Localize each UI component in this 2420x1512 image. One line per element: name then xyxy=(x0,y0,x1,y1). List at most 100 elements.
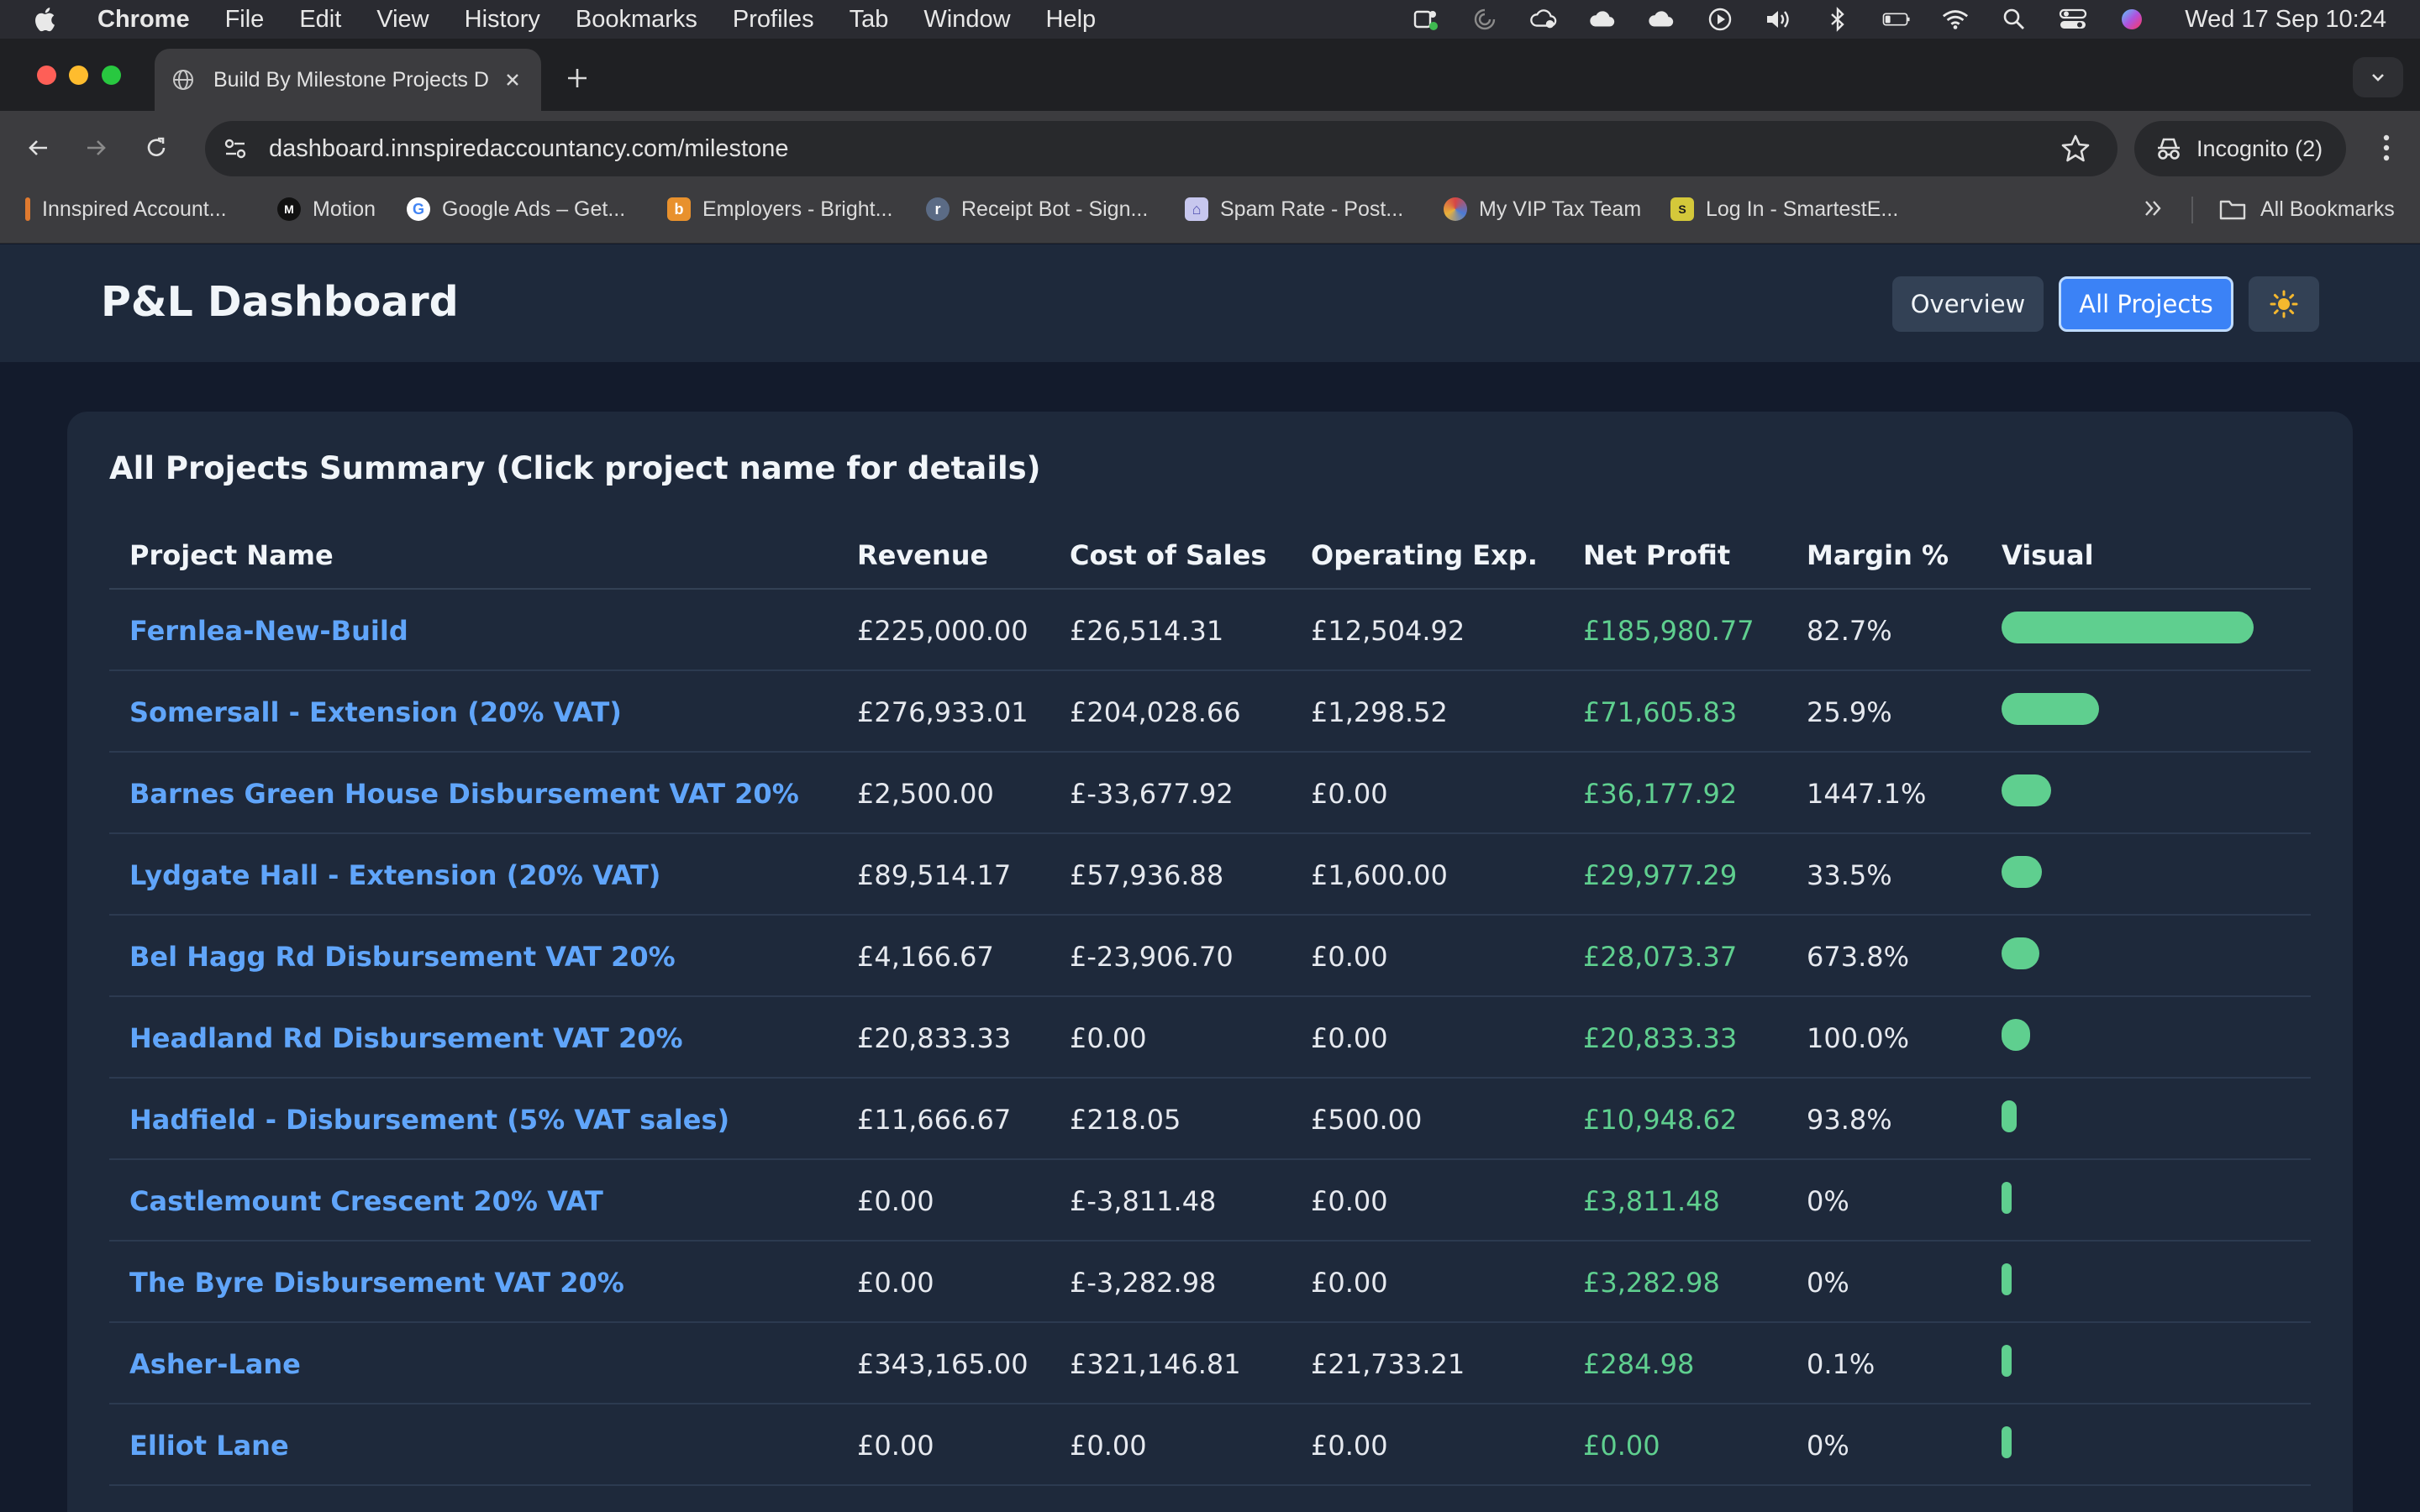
cloud-sync-icon[interactable] xyxy=(1529,7,1558,32)
cost-of-sales-cell: £218.05 xyxy=(1070,1104,1181,1136)
operating-exp-cell: £12,504.92 xyxy=(1311,615,1465,647)
project-name-link[interactable]: Bel Hagg Rd Disbursement VAT 20% xyxy=(129,941,676,973)
loading-spinner-icon[interactable] xyxy=(1470,7,1499,32)
all-bookmarks-label: All Bookmarks xyxy=(2260,197,2395,221)
bookmark-motion[interactable]: M Motion xyxy=(277,185,376,234)
bookmark-brighthr[interactable]: b Employers - Bright... xyxy=(667,185,892,234)
cost-of-sales-cell: £0.00 xyxy=(1070,1022,1147,1054)
sun-icon xyxy=(2270,290,2298,318)
bookmark-star-icon[interactable] xyxy=(2059,132,2092,165)
net-profit-bar xyxy=(2002,856,2042,888)
visual-bar-track xyxy=(2002,693,2254,725)
project-name-link[interactable]: The Byre Disbursement VAT 20% xyxy=(129,1267,624,1299)
cost-of-sales-cell: £-23,906.70 xyxy=(1070,941,1234,973)
control-center-icon[interactable] xyxy=(2059,7,2087,32)
browser-toolbar: dashboard.innspiredaccountancy.com/miles… xyxy=(0,111,2420,185)
battery-icon[interactable] xyxy=(1882,7,1911,32)
tab-search-button[interactable] xyxy=(2353,57,2403,97)
apple-logo-icon[interactable] xyxy=(32,5,60,34)
innspired-favicon xyxy=(25,197,30,221)
more-options-icon[interactable] xyxy=(2370,129,2403,166)
close-tab-icon[interactable] xyxy=(501,68,524,92)
bookmark-google-ads[interactable]: G Google Ads – Get... xyxy=(407,185,625,234)
menu-tab[interactable]: Tab xyxy=(850,6,889,34)
close-window-button[interactable] xyxy=(37,66,56,85)
cost-of-sales-cell: £-3,811.48 xyxy=(1070,1185,1217,1217)
menu-window[interactable]: Window xyxy=(923,6,1010,34)
overview-button[interactable]: Overview xyxy=(1892,276,2044,332)
visual-bar-track xyxy=(2002,1100,2254,1132)
menu-file[interactable]: File xyxy=(225,6,265,34)
browser-tab-active[interactable]: Build By Milestone Projects D xyxy=(155,49,541,111)
net-profit-bar xyxy=(2002,937,2039,969)
project-name-link[interactable]: Hadfield - Disbursement (5% VAT sales) xyxy=(129,1104,729,1136)
margin-cell: 0.1% xyxy=(1807,1348,1876,1380)
net-profit-cell: £284.98 xyxy=(1583,1348,1695,1380)
operating-exp-cell: £1,600.00 xyxy=(1311,859,1448,891)
bookmark-spam-rate[interactable]: ⌂ Spam Rate - Post... xyxy=(1185,185,1403,234)
net-profit-cell: £0.00 xyxy=(1583,1430,1660,1462)
site-info-icon[interactable] xyxy=(218,132,252,165)
bookmark-innspired[interactable]: Innspired Account... xyxy=(25,185,227,234)
volume-icon[interactable] xyxy=(1765,7,1793,32)
margin-cell: 0% xyxy=(1807,1430,1849,1462)
project-name-link[interactable]: Headland Rd Disbursement VAT 20% xyxy=(129,1022,683,1054)
wifi-icon[interactable] xyxy=(1941,7,1970,32)
net-profit-bar xyxy=(2002,1100,2017,1132)
bookmark-smartest[interactable]: S Log In - SmartestE... xyxy=(1670,185,1898,234)
menu-view[interactable]: View xyxy=(376,6,429,34)
smartest-favicon: S xyxy=(1670,197,1694,221)
bluetooth-icon[interactable] xyxy=(1823,7,1852,32)
all-projects-button[interactable]: All Projects xyxy=(2059,276,2233,332)
project-name-link[interactable]: Fernlea-New-Build xyxy=(129,615,408,647)
chevron-double-right-icon[interactable] xyxy=(2139,195,2166,222)
macos-menu-bar: Chrome File Edit View History Bookmarks … xyxy=(0,0,2420,39)
project-name-link[interactable]: Asher-Lane xyxy=(129,1348,301,1380)
visual-bar-track xyxy=(2002,1263,2254,1295)
teams-icon[interactable] xyxy=(1412,7,1440,32)
menu-edit[interactable]: Edit xyxy=(299,6,341,34)
menu-bookmarks[interactable]: Bookmarks xyxy=(576,6,697,34)
play-icon[interactable] xyxy=(1706,7,1734,32)
all-bookmarks-button[interactable]: All Bookmarks xyxy=(2218,185,2395,234)
project-name-link[interactable]: Elliot Lane xyxy=(129,1430,289,1462)
siri-icon[interactable] xyxy=(2118,7,2146,32)
back-arrow-icon[interactable] xyxy=(20,129,57,166)
visual-bar-track xyxy=(2002,612,2254,643)
address-bar[interactable]: dashboard.innspiredaccountancy.com/miles… xyxy=(205,121,2118,176)
bookmark-vip-tax[interactable]: My VIP Tax Team xyxy=(1444,185,1641,234)
menu-history[interactable]: History xyxy=(465,6,540,34)
zoom-window-button[interactable] xyxy=(102,66,121,85)
net-profit-bar xyxy=(2002,774,2051,806)
incognito-indicator[interactable]: Incognito (2) xyxy=(2134,121,2346,176)
bookmark-label: Log In - SmartestE... xyxy=(1706,197,1899,221)
bookmark-label: My VIP Tax Team xyxy=(1479,197,1642,221)
visual-bar-track xyxy=(2002,1019,2254,1051)
minimize-window-button[interactable] xyxy=(69,66,88,85)
net-profit-cell: £29,977.29 xyxy=(1583,859,1738,891)
menu-bar-clock[interactable]: Wed 17 Sep 10:24 xyxy=(2185,6,2386,34)
onedrive-icon[interactable] xyxy=(1647,7,1676,32)
icloud-icon[interactable] xyxy=(1588,7,1617,32)
table-row: Elliot Lane £0.00 £0.00 £0.00 £0.00 0% xyxy=(109,1404,2311,1486)
menu-help[interactable]: Help xyxy=(1046,6,1097,34)
incognito-icon xyxy=(2158,138,2180,160)
project-name-link[interactable]: Castlemount Crescent 20% VAT xyxy=(129,1185,603,1217)
net-profit-bar xyxy=(2002,1019,2030,1051)
theme-toggle-button[interactable] xyxy=(2249,276,2319,332)
new-tab-plus-icon[interactable] xyxy=(563,64,592,92)
forward-arrow-icon[interactable] xyxy=(77,129,114,166)
table-header-row: Project Name Revenue Cost of Sales Opera… xyxy=(109,521,2311,590)
menu-profiles[interactable]: Profiles xyxy=(733,6,814,34)
spotlight-search-icon[interactable] xyxy=(2000,7,2028,32)
address-url[interactable]: dashboard.innspiredaccountancy.com/miles… xyxy=(269,135,789,163)
project-name-link[interactable]: Lydgate Hall - Extension (20% VAT) xyxy=(129,859,660,891)
project-name-link[interactable]: Barnes Green House Disbursement VAT 20% xyxy=(129,778,799,810)
project-name-link[interactable]: Somersall - Extension (20% VAT) xyxy=(129,696,622,728)
chevron-down-icon xyxy=(2372,74,2384,81)
menu-app-name[interactable]: Chrome xyxy=(97,6,190,34)
reload-icon[interactable] xyxy=(138,129,175,166)
bookmark-receipt-bot[interactable]: r Receipt Bot - Sign... xyxy=(926,185,1148,234)
revenue-cell: £225,000.00 xyxy=(857,615,1028,647)
motion-favicon: M xyxy=(277,197,301,221)
